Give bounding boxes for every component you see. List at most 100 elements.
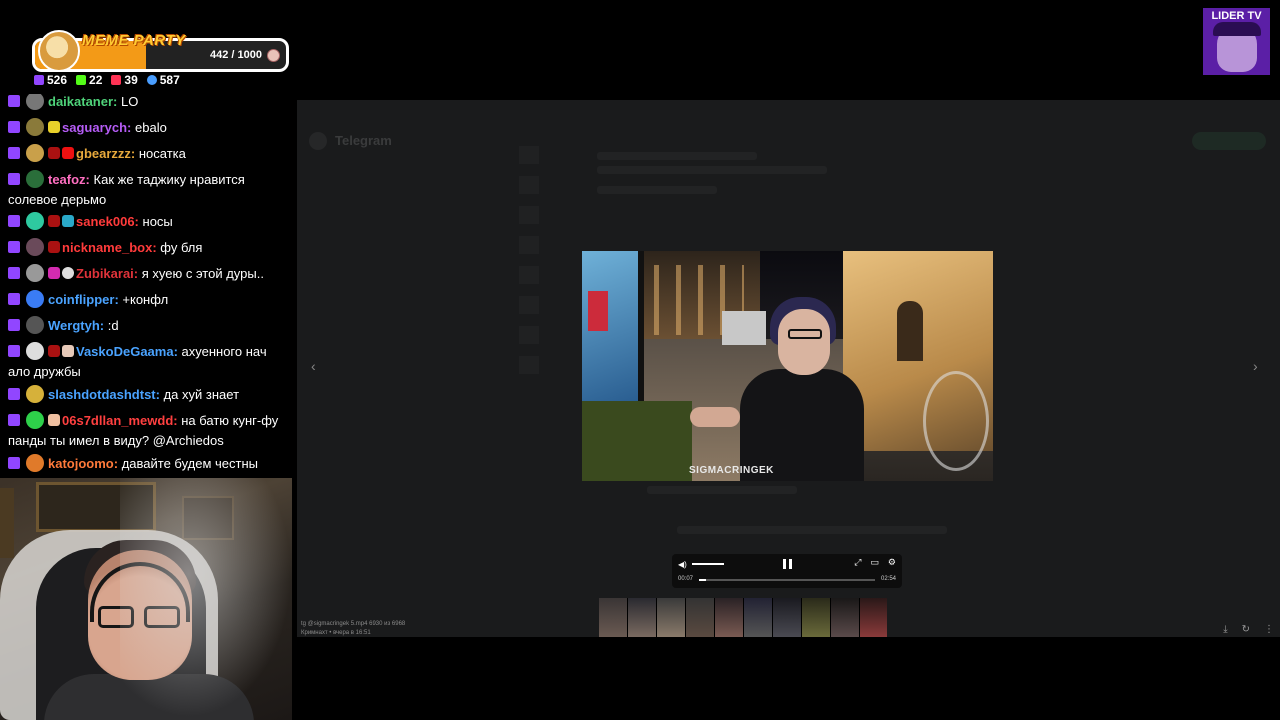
media-thumbnail[interactable] — [860, 598, 887, 637]
rose-badge-icon — [48, 241, 60, 253]
twitch-icon — [34, 75, 44, 85]
chat-message: coinflipper: +конфл — [8, 290, 290, 310]
video-frame[interactable]: SIGMACRINGEK — [582, 251, 993, 481]
stat-twitch-value: 526 — [47, 73, 68, 87]
bicycle — [923, 371, 989, 471]
playback-speed-icon[interactable]: ⚙ — [888, 557, 896, 568]
media-thumbnail[interactable] — [831, 598, 860, 637]
total-time: 02:54 — [880, 576, 896, 582]
media-thumbnail[interactable] — [686, 598, 715, 637]
rotate-icon[interactable]: ↻ — [1242, 624, 1250, 635]
avatar — [26, 144, 44, 162]
twitch-icon — [8, 319, 20, 331]
avatar — [26, 264, 44, 282]
twitch-icon — [8, 457, 20, 469]
chat-username: teafoz: — [48, 172, 90, 187]
twitch-icon — [8, 121, 20, 133]
chat-username: gbearzzz: — [76, 146, 136, 161]
telegram-header-button[interactable] — [1192, 132, 1266, 150]
media-thumbnail[interactable] — [715, 598, 744, 637]
previous-media-arrow-icon[interactable]: ‹ — [311, 358, 316, 374]
stat-kick: 22 — [76, 73, 102, 87]
rose-badge-icon — [48, 345, 60, 357]
chat-message: Zubikarai: я хуею с этой дуры.. — [8, 264, 290, 284]
chat-message: gbearzzz: носатка — [8, 144, 290, 164]
stat-twitch: 526 — [34, 73, 67, 87]
chat-message: teafoz: Как же таджику нравится солевое … — [8, 170, 290, 210]
chat-username: katojoomo: — [48, 456, 119, 471]
twitch-icon — [8, 293, 20, 305]
video-watermark: SIGMACRINGEK — [689, 465, 774, 476]
chat-message: katojoomo: давайте будем честны — [8, 454, 290, 474]
media-thumbnail-strip — [599, 598, 887, 637]
chat-text: носатка — [138, 146, 186, 161]
next-media-arrow-icon[interactable]: › — [1253, 358, 1258, 374]
media-thumbnail[interactable] — [773, 598, 802, 637]
fullscreen-icon[interactable]: ⤢ — [854, 557, 861, 568]
smoke-cloud — [120, 478, 292, 718]
chat-username: Wergtyh: — [48, 318, 105, 333]
picture-in-picture-icon[interactable]: ▭ — [870, 557, 879, 568]
avatar — [26, 238, 44, 256]
rose-badge-icon — [48, 147, 60, 159]
volume-icon[interactable]: ◀) — [678, 560, 687, 569]
download-icon[interactable]: ⤓ — [1223, 624, 1227, 635]
streamer-webcam — [0, 478, 292, 720]
chat-text: ebalo — [135, 120, 167, 135]
chat-message: VaskoDeGaama: ахуенного нач ало дружбы — [8, 342, 290, 382]
avatar — [26, 454, 44, 472]
avatar — [26, 170, 44, 188]
chat-message: nickname_box: фу бля — [8, 238, 290, 258]
chat-username: Zubikarai: — [76, 266, 139, 281]
pause-button[interactable] — [783, 559, 792, 569]
streamer-logo-text: LIDER TV — [1211, 10, 1262, 22]
more-options-icon[interactable]: ⋮ — [1264, 624, 1274, 635]
kick-icon — [76, 75, 87, 85]
meme-party-title: MEME PARTY — [82, 32, 186, 49]
sub-badge-icon — [62, 215, 74, 227]
avatar — [26, 118, 44, 136]
twitch-icon — [8, 215, 20, 227]
twitch-icon — [8, 388, 20, 400]
twitch-icon — [8, 345, 20, 357]
avatar — [26, 290, 44, 308]
face-badge-icon — [62, 345, 74, 357]
meme-progress-count: 442 / 1000 — [210, 49, 262, 61]
twitch-icon — [8, 173, 20, 185]
chat-username: coinflipper: — [48, 292, 119, 307]
avatar — [26, 385, 44, 403]
chat-text: давайте будем честны — [121, 456, 258, 471]
chat-text: носы — [142, 214, 173, 229]
eye-badge-icon — [62, 267, 74, 279]
street-ad-kiosk — [582, 251, 644, 401]
chat-message: slashdotdashdtst: да хуй знает — [8, 385, 290, 405]
vk-live-icon — [111, 75, 122, 85]
chat-text: да хуй знает — [163, 387, 240, 402]
chat-username: 06s7dllan_mewdd: — [62, 413, 178, 428]
stream-chat: daikataner: LO saguarych: ebalo gbearzzz… — [0, 94, 296, 478]
chat-text: +конфл — [122, 292, 169, 307]
chat-text: я хуею с этой дуры.. — [141, 266, 264, 281]
chat-message: Wergtyh: :d — [8, 316, 290, 336]
stat-vk-value: 39 — [124, 73, 138, 87]
chat-username: VaskoDeGaama: — [76, 344, 178, 359]
avatar — [26, 342, 44, 360]
twitch-icon — [8, 267, 20, 279]
chat-message: daikataner: LO — [8, 94, 290, 112]
media-thumbnail[interactable] — [802, 598, 831, 637]
media-thumbnail[interactable] — [657, 598, 686, 637]
volume-slider[interactable] — [692, 563, 724, 565]
video-player-controls: ◀) ⤢ ▭ ⚙ 00:07 02:54 — [672, 554, 902, 588]
chat-username: sanek006: — [76, 214, 139, 229]
media-thumbnail[interactable] — [744, 598, 773, 637]
media-thumbnail[interactable] — [599, 598, 628, 637]
media-thumbnail[interactable] — [628, 598, 657, 637]
viewer-stats: 526 22 39 587 — [34, 73, 180, 87]
emote-badge-icon — [48, 121, 60, 133]
twitch-icon — [8, 147, 20, 159]
seek-bar[interactable] — [699, 579, 875, 581]
avatar — [26, 316, 44, 334]
telegram-icon — [309, 132, 327, 150]
stat-kick-value: 22 — [89, 73, 103, 87]
stat-vk: 39 — [111, 73, 138, 87]
